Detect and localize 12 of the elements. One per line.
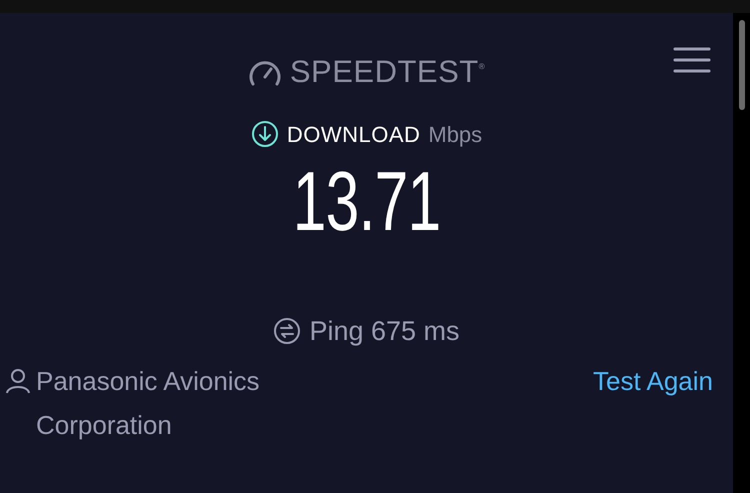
ping-icon [273, 316, 302, 345]
download-label: DOWNLOAD [286, 120, 420, 148]
download-icon [250, 120, 279, 148]
menu-button[interactable] [673, 47, 711, 73]
provider-name: Panasonic Avionics Corporation [36, 365, 261, 442]
ping-text: Ping 675 ms [309, 314, 460, 348]
test-again-link[interactable]: Test Again [593, 359, 713, 403]
scrollbar-thumb[interactable] [738, 20, 744, 110]
user-icon [4, 368, 32, 394]
speed-value: 13.71 [292, 158, 440, 242]
logo-text: SPEEDTEST$^{®}$ [290, 53, 486, 91]
unit-label: Mbps [428, 120, 482, 149]
